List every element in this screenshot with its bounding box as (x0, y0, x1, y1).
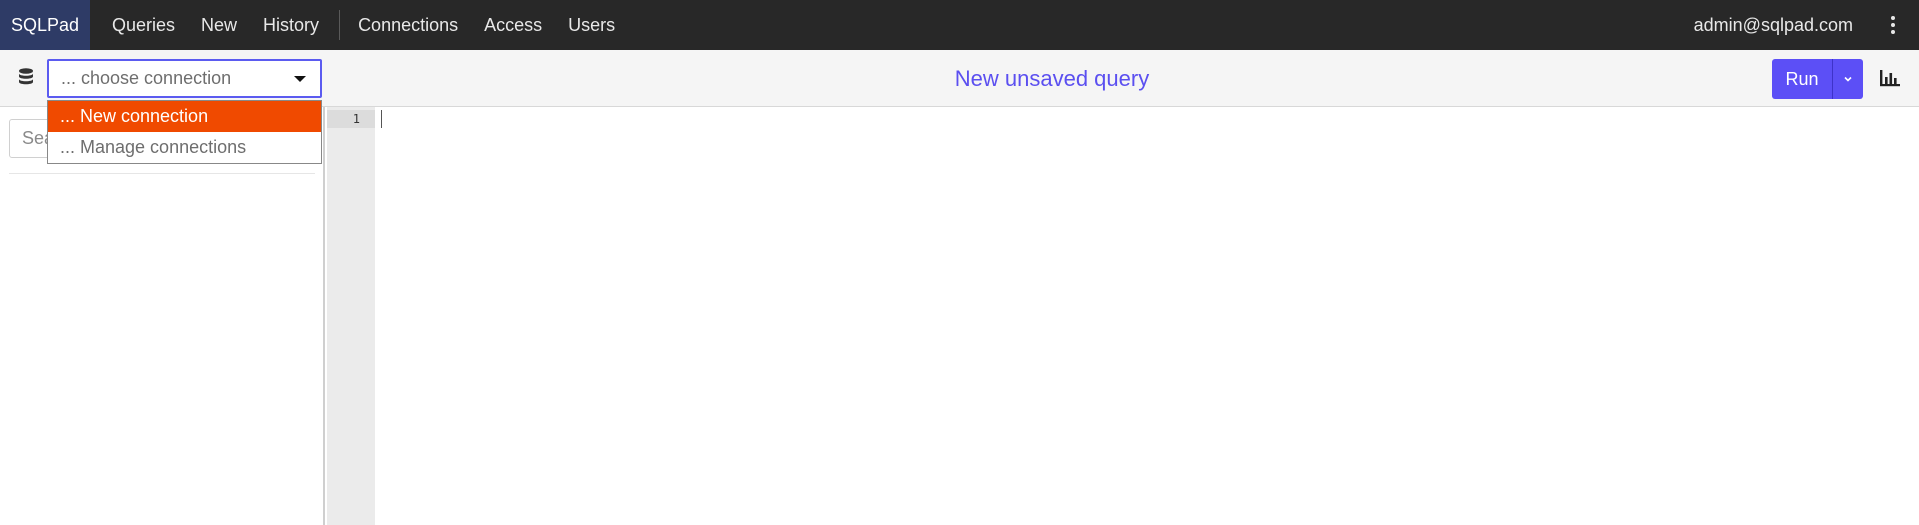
sql-editor[interactable] (375, 107, 1919, 525)
nav-queries[interactable]: Queries (99, 0, 188, 50)
nav-users[interactable]: Users (555, 0, 628, 50)
editor-gutter: 1 (327, 107, 375, 525)
bar-chart-icon[interactable] (1878, 67, 1902, 89)
schema-sidebar (0, 107, 325, 525)
menu-item-new-connection[interactable]: ... New connection (48, 101, 321, 132)
run-button[interactable]: Run (1772, 59, 1832, 99)
line-number: 1 (352, 112, 360, 126)
database-icon[interactable] (16, 67, 36, 89)
nav-history[interactable]: History (250, 0, 332, 50)
nav-new[interactable]: New (188, 0, 250, 50)
chevron-down-icon[interactable] (1833, 59, 1863, 99)
connection-select[interactable]: ... choose connection (47, 59, 322, 98)
kebab-vertical-icon[interactable] (1873, 0, 1913, 50)
run-button-group: Run (1772, 59, 1863, 99)
query-toolbar: New unsaved query ... choose connection … (0, 50, 1919, 107)
query-title[interactable]: New unsaved query (955, 66, 1149, 92)
caret-down-icon (294, 76, 306, 82)
user-menu[interactable]: admin@sqlpad.com (1694, 0, 1873, 50)
nav-access[interactable]: Access (471, 0, 555, 50)
top-navbar: SQLPad Queries New History Connections A… (0, 0, 1919, 50)
sidebar-divider (9, 173, 315, 174)
app-brand[interactable]: SQLPad (0, 0, 90, 50)
nav-divider (339, 10, 341, 40)
connection-select-value: ... choose connection (61, 68, 232, 88)
connection-dropdown-menu: ... New connection ... Manage connection… (47, 100, 322, 164)
text-cursor (381, 110, 382, 128)
active-line-gutter (327, 110, 375, 128)
menu-item-manage-connections[interactable]: ... Manage connections (48, 132, 321, 163)
nav-connections[interactable]: Connections (345, 0, 471, 50)
